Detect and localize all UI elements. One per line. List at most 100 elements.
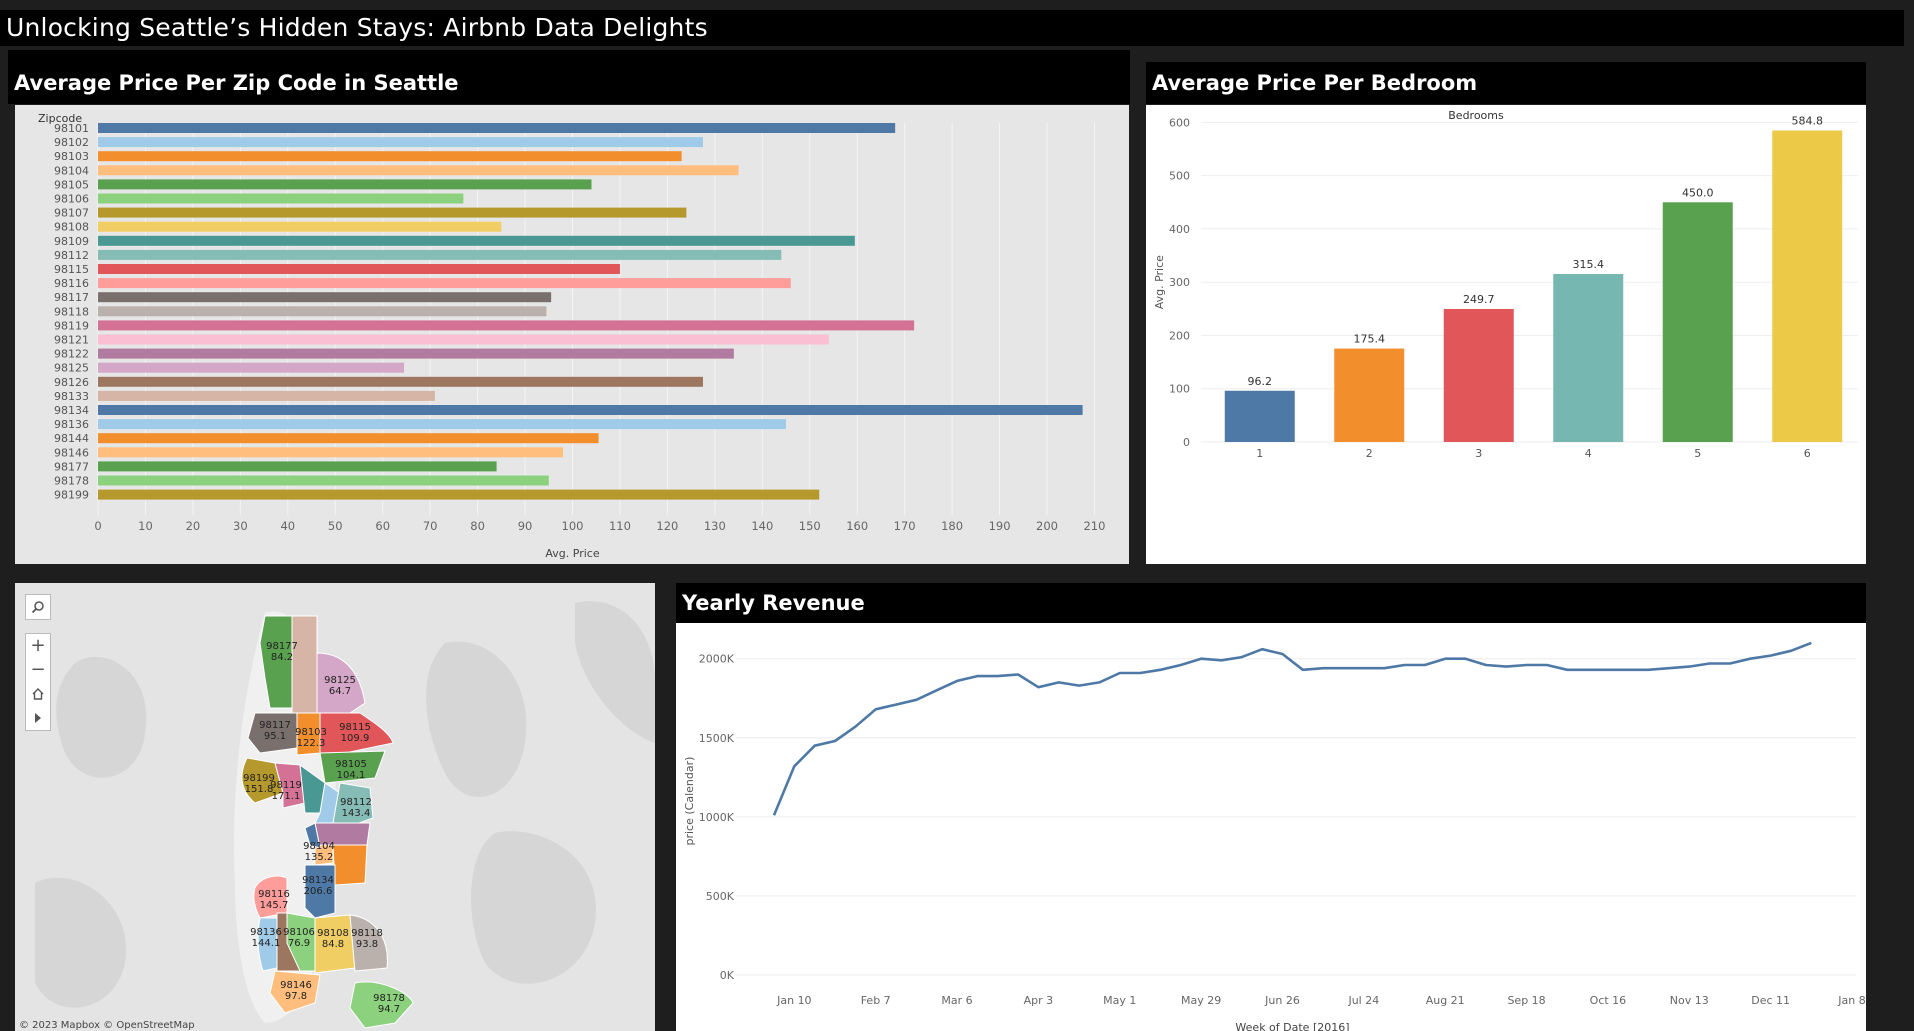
zip-bar bbox=[98, 489, 820, 500]
zip-region-label: 98119 bbox=[270, 780, 302, 791]
bedroom-bar-chart: Bedrooms 0 100 200 300 400 500 600 Avg. Price 96.… bbox=[1153, 109, 1858, 460]
revenue-line bbox=[772, 641, 1812, 816]
zip-label: 98101 bbox=[54, 122, 89, 135]
zip-region-label: 98105 bbox=[335, 759, 367, 770]
x-tick-label: 100 bbox=[562, 519, 584, 533]
x-tick-label: Nov 13 bbox=[1670, 994, 1709, 1007]
x-tick-label: Aug 21 bbox=[1426, 994, 1465, 1007]
zip-label: 98146 bbox=[54, 446, 89, 459]
map-credit: © 2023 Mapbox © OpenStreetMap bbox=[19, 1020, 195, 1031]
zip-bar bbox=[98, 292, 552, 303]
x-tick-label: Feb 7 bbox=[861, 994, 891, 1007]
x-tick-label: 150 bbox=[799, 519, 821, 533]
zip-bar bbox=[98, 207, 687, 218]
zip-label: 98116 bbox=[54, 277, 89, 290]
map-search-control[interactable] bbox=[25, 594, 51, 620]
bedroom-bar bbox=[1772, 130, 1843, 442]
zip-region-label: 98103 bbox=[295, 727, 327, 738]
bar-value-label: 175.4 bbox=[1354, 333, 1386, 346]
seattle-zip-map[interactable]: 9817784.2 9812564.7 9811795.1 98103122.3 981… bbox=[15, 583, 655, 1031]
revenue-panel-title: Yearly Revenue bbox=[676, 583, 1866, 623]
zip-bar bbox=[98, 447, 564, 458]
zip-label: 98136 bbox=[54, 418, 89, 431]
x-tick-label: 6 bbox=[1804, 447, 1811, 460]
x-tick-label: 60 bbox=[375, 519, 390, 533]
zip-label: 98112 bbox=[54, 249, 89, 262]
zip-bar bbox=[98, 320, 915, 331]
zoom-in-button[interactable]: + bbox=[26, 634, 50, 658]
x-tick-label: 5 bbox=[1694, 447, 1701, 460]
x-tick-label: 2 bbox=[1366, 447, 1373, 460]
x-tick-label: Mar 6 bbox=[941, 994, 972, 1007]
y-tick-label: 100 bbox=[1169, 383, 1190, 396]
home-icon[interactable] bbox=[26, 682, 50, 706]
x-tick-label: 210 bbox=[1083, 519, 1105, 533]
bedroom-panel-title: Average Price Per Bedroom bbox=[1146, 62, 1866, 104]
bedroom-bar bbox=[1334, 348, 1405, 442]
zip-region-label: 98146 bbox=[280, 980, 312, 991]
bar-value-label: 584.8 bbox=[1792, 114, 1824, 127]
zip-region-label: 98177 bbox=[266, 641, 298, 652]
zip-label: 98122 bbox=[54, 348, 89, 361]
zip-map-panel[interactable]: 98177 84.2 98125 64.7 98117 95.1 98103 122.3 981… bbox=[15, 583, 655, 1031]
revenue-line-chart: 0K 500K 1000K 1500K 2000K price (Calendar) Jan… bbox=[683, 641, 1866, 1031]
zip-label: 98178 bbox=[54, 475, 89, 488]
zip-region-label: 98136 bbox=[250, 927, 282, 938]
y-tick-label: 200 bbox=[1169, 329, 1190, 342]
x-tick-label: Jul 24 bbox=[1347, 994, 1379, 1007]
zip-bar bbox=[98, 475, 549, 486]
x-tick-label: 180 bbox=[941, 519, 963, 533]
zip-label: 98134 bbox=[54, 404, 89, 417]
zip-region-value: 104.1 bbox=[337, 770, 366, 781]
zip-label: 98105 bbox=[54, 178, 89, 191]
zip-region-label: 98134 bbox=[302, 875, 334, 886]
zip-bar bbox=[98, 306, 547, 317]
zip-region-label: 98117 bbox=[259, 720, 291, 731]
zip-region-label: 98115 bbox=[339, 722, 371, 733]
y-tick-label: 2000K bbox=[699, 653, 735, 666]
zip-region-value: 171.1 bbox=[272, 791, 301, 802]
bedroom-bar bbox=[1224, 390, 1295, 442]
zip-region-value: 122.3 bbox=[297, 738, 326, 749]
y-tick-label: 300 bbox=[1169, 276, 1190, 289]
zip-bar bbox=[98, 362, 405, 373]
x-axis-label: Avg. Price bbox=[545, 547, 599, 560]
x-tick-label: Sep 18 bbox=[1507, 994, 1545, 1007]
zip-label: 98108 bbox=[54, 221, 89, 234]
bedroom-bar bbox=[1443, 308, 1514, 442]
zip-region-value: 145.7 bbox=[260, 900, 289, 911]
zoom-out-button[interactable]: − bbox=[26, 658, 50, 682]
x-tick-label: 1 bbox=[1256, 447, 1263, 460]
zip-region bbox=[291, 615, 318, 714]
zip-region-label: 98104 bbox=[303, 841, 335, 852]
zip-region-value: 143.4 bbox=[342, 808, 371, 819]
x-tick-label: Oct 16 bbox=[1590, 994, 1627, 1007]
zip-bar bbox=[98, 193, 464, 204]
zip-label: 98107 bbox=[54, 207, 89, 220]
zip-bar bbox=[98, 235, 855, 246]
x-tick-label: May 29 bbox=[1181, 994, 1221, 1007]
zip-bar bbox=[98, 137, 703, 148]
zip-label: 98102 bbox=[54, 136, 89, 149]
y-tick-label: 0K bbox=[720, 969, 735, 982]
zip-label: 98144 bbox=[54, 432, 89, 445]
y-tick-label: 1500K bbox=[699, 732, 735, 745]
zip-bar bbox=[98, 376, 703, 387]
x-tick-label: 10 bbox=[138, 519, 153, 533]
zip-label: 98133 bbox=[54, 390, 89, 403]
x-tick-label: Jun 26 bbox=[1264, 994, 1300, 1007]
y-axis-label: Avg. Price bbox=[1153, 255, 1166, 309]
x-tick-label: May 1 bbox=[1103, 994, 1136, 1007]
zip-bar bbox=[98, 433, 599, 444]
zip-bar bbox=[98, 165, 739, 176]
zip-bar bbox=[98, 221, 502, 232]
zip-bar bbox=[98, 264, 620, 274]
x-tick-label: Jan 8 bbox=[1837, 994, 1865, 1007]
zip-bar bbox=[98, 390, 435, 401]
zip-region-label: 98178 bbox=[373, 993, 405, 1004]
zip-label: 98121 bbox=[54, 334, 89, 347]
search-icon[interactable] bbox=[26, 595, 50, 619]
x-tick-label: Dec 11 bbox=[1751, 994, 1790, 1007]
zip-region-value: 135.2 bbox=[305, 852, 334, 863]
play-icon[interactable] bbox=[26, 706, 50, 730]
